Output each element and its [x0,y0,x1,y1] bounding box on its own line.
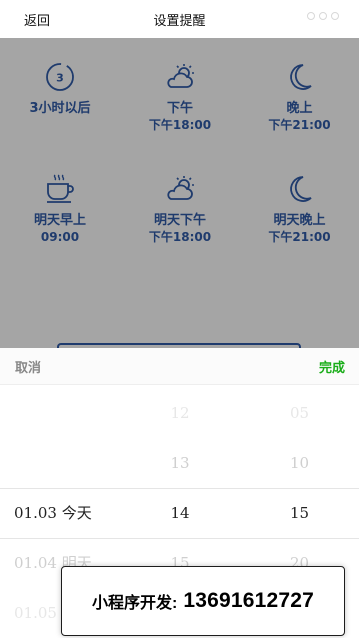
option-title: 明天晚上 [273,213,326,228]
date-option[interactable] [0,388,130,438]
minute-option-selected[interactable]: 15 [240,488,359,538]
reminder-options-overlay[interactable]: 3 3小时以后 下午 下午18:00 晚上 下午21:00 明天早上 09:00… [0,38,359,353]
date-option[interactable] [0,438,130,488]
coffee-cup-icon [47,174,74,203]
option-time: 下午21:00 [268,230,331,244]
page-title: 设置提醒 [153,14,206,29]
option-title: 明天早上 [33,213,86,228]
option-time: 下午21:00 [268,118,331,132]
option-tomorrow-evening[interactable]: 明天晚上 下午21:00 [240,172,359,284]
nav-bar: 返回 设置提醒 [0,0,359,38]
option-title: 下午 [166,101,193,116]
option-time: 下午18:00 [148,230,212,244]
option-afternoon[interactable]: 下午 下午18:00 [120,60,240,172]
partly-cloudy-icon [167,64,194,88]
option-3-hours-later[interactable]: 3 3小时以后 [0,60,120,172]
hour-option-selected[interactable]: 14 [130,488,230,538]
option-time: 下午18:00 [148,118,212,132]
promo-banner: 小程序开发: 13691612727 [61,566,345,636]
promo-phone: 13691612727 [183,589,314,612]
clock-3-icon: 3 [46,63,74,91]
dot-icon [319,12,327,20]
moon-icon [289,176,312,202]
dot-icon [331,12,339,20]
partly-cloudy-icon [167,176,194,200]
option-tomorrow-morning[interactable]: 明天早上 09:00 [0,172,120,284]
option-tomorrow-afternoon[interactable]: 明天下午 下午18:00 [120,172,240,284]
cancel-button[interactable]: 取消 [15,357,41,376]
svg-text:3: 3 [56,72,64,85]
minute-option[interactable]: 10 [240,438,359,488]
more-menu-button[interactable] [307,12,339,20]
hour-option[interactable]: 13 [130,438,230,488]
minute-option[interactable]: 05 [240,388,359,438]
option-title: 晚上 [286,101,313,116]
option-title: 明天下午 [153,213,206,228]
option-title: 3小时以后 [29,101,91,116]
promo-label: 小程序开发: [91,595,178,612]
dot-icon [307,12,315,20]
picker-header: 取消 完成 [0,348,359,385]
hour-option[interactable]: 12 [130,388,230,438]
done-button[interactable]: 完成 [319,357,345,376]
date-option-selected[interactable]: 01.03 今天 [0,488,130,538]
moon-icon [289,64,312,90]
option-time: 09:00 [40,230,80,244]
option-evening[interactable]: 晚上 下午21:00 [240,60,359,172]
